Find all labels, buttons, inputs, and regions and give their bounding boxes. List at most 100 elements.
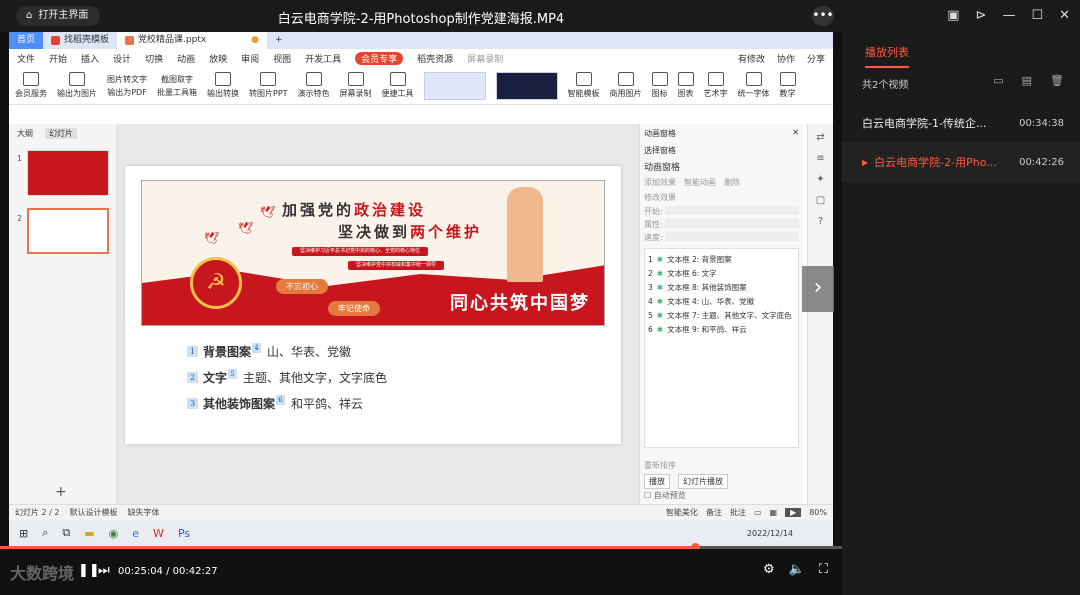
ribbon-button[interactable]: 商用图片 (610, 72, 642, 99)
add-file-icon[interactable]: ▤ (1022, 74, 1032, 87)
ribbon-button[interactable]: 截图取字 批量工具箱 (157, 74, 197, 98)
ribbon-button[interactable]: 输出转换 (207, 72, 239, 99)
ribbon-button[interactable]: 艺术字 (704, 72, 728, 99)
menu-item[interactable]: 放映 (209, 52, 227, 65)
template-thumbnail[interactable] (495, 71, 558, 100)
ribbon-button[interactable]: 便捷工具 (382, 72, 414, 99)
menu-item[interactable]: 审阅 (241, 52, 259, 65)
missing-font[interactable]: 缺失字体 (128, 507, 160, 518)
speed-field[interactable]: 速度: (640, 231, 803, 244)
menu-vip[interactable]: 会员专享 (355, 51, 404, 65)
ribbon-button[interactable]: 统一字体 (738, 72, 770, 99)
template-thumbnail[interactable] (423, 71, 486, 100)
volume-icon[interactable]: 🔈 (789, 562, 805, 577)
comment-button[interactable]: 批注 (730, 507, 746, 518)
help-icon[interactable]: ? (818, 216, 823, 227)
tab-find-template[interactable]: 找稻壳模板 (43, 32, 117, 49)
tab-slides[interactable]: 幻灯片 (45, 128, 77, 139)
minimize-icon[interactable]: — (1002, 8, 1015, 23)
delete-icon[interactable]: 🗑 (1050, 74, 1064, 87)
playlist-tab[interactable]: 播放列表 (865, 44, 909, 68)
slide-thumbnail[interactable] (27, 150, 109, 196)
maximize-icon[interactable]: ☐ (1031, 8, 1043, 23)
menu-item[interactable]: 设计 (113, 52, 131, 65)
new-tab-button[interactable]: + (267, 32, 291, 49)
tool-icon[interactable]: ⇄ (816, 132, 824, 143)
pin-icon[interactable]: ⊳ (976, 8, 987, 23)
windows-start-icon[interactable]: ⊞ (19, 527, 28, 540)
animation-item[interactable]: 5 ✱ 文本框 7: 主题、其他文字、文字底色 (648, 308, 795, 322)
tab-document[interactable]: 党校精品课.pptx ● (117, 32, 268, 49)
start-field[interactable]: 开始: (640, 205, 803, 218)
auto-preview-checkbox[interactable]: ☐ 自动预览 (644, 490, 686, 501)
screenshot-icon[interactable]: ▣ (947, 8, 959, 23)
next-chevron-icon[interactable]: › (802, 266, 834, 312)
tool-icon[interactable]: ✦ (816, 174, 824, 185)
slide[interactable]: 🕊 🕊 🕊 加强党的政治建设 坚决做到两个维护 坚决维护习近平总书记党中央的核心… (125, 166, 621, 444)
edge-icon[interactable]: e (132, 527, 139, 540)
menu-item[interactable]: 视图 (273, 52, 291, 65)
menu-item[interactable]: 插入 (81, 52, 99, 65)
chrome-icon[interactable]: ◉ (109, 527, 119, 540)
delete-animation-button[interactable]: 删除 (724, 177, 740, 188)
ribbon-button[interactable]: 图标 (651, 72, 668, 99)
menu-item[interactable]: 动画 (177, 52, 195, 65)
ribbon-button[interactable]: 会员服务 (15, 72, 47, 99)
animation-item[interactable]: 3 ✱ 文本框 8: 其他装饰图案 (648, 280, 795, 294)
task-view-icon[interactable]: ⧉ (62, 526, 70, 540)
wps-icon[interactable]: W (153, 527, 164, 540)
menu-right-item[interactable]: 有修改 (738, 52, 765, 65)
ribbon-button[interactable]: 图片转文字 输出为PDF (107, 74, 147, 98)
bullet-item[interactable]: 3 其他装饰图案 6 和平鸽、祥云 (187, 390, 387, 416)
menu-item[interactable]: 文件 (17, 52, 35, 65)
close-pane-icon[interactable]: ✕ (792, 128, 799, 139)
explorer-icon[interactable]: ▬ (84, 527, 94, 540)
ribbon-button[interactable]: 智能模板 (568, 72, 600, 99)
grid-view-icon[interactable]: ▦ (770, 508, 778, 517)
animation-item[interactable]: 1 ✱ 文本框 2: 背景图案 (648, 252, 795, 266)
smart-animation-button[interactable]: 智能动画 (684, 177, 716, 188)
close-icon[interactable]: ✕ (1059, 8, 1070, 23)
ribbon-button[interactable]: 输出为图片 (57, 72, 97, 99)
menu-item[interactable]: 稻壳资源 (417, 52, 453, 65)
ribbon-button[interactable]: 转图片PPT (249, 72, 288, 99)
notes-button[interactable]: 备注 (706, 507, 722, 518)
normal-view-icon[interactable]: ▭ (754, 508, 762, 517)
add-effect-button[interactable]: 添加效果 (644, 177, 676, 188)
bullet-item[interactable]: 1 背景图案 4 山、华表、党徽 (187, 338, 387, 364)
animation-item[interactable]: 6 ✱ 文本框 9: 和平鸽、祥云 (648, 322, 795, 336)
animation-item[interactable]: 2 ✱ 文本框 6: 文字 (648, 266, 795, 280)
play-button[interactable]: 播放 (644, 474, 670, 489)
menu-search[interactable]: 屏幕录制 (467, 52, 503, 65)
playlist-item[interactable]: 白云电商学院-1-传统企... 00:34:38 (842, 103, 1080, 143)
slide-thumbnail-selected[interactable] (27, 208, 109, 254)
ribbon-button[interactable]: 屏幕录制 (340, 72, 372, 99)
tool-icon[interactable]: ≡ (816, 153, 824, 164)
ribbon-button[interactable]: 图表 (677, 72, 694, 99)
bullet-item[interactable]: 2 文字 5 主题、其他文字，文字底色 (187, 364, 387, 390)
menu-item[interactable]: 开始 (49, 52, 67, 65)
open-folder-icon[interactable]: ▭ (993, 74, 1003, 87)
select-pane-link[interactable]: 选择窗格 (640, 143, 803, 158)
next-video-icon[interactable]: ⏭ (98, 563, 110, 578)
tab-outline[interactable]: 大纲 (17, 128, 33, 139)
playlist-item-active[interactable]: ▶ 白云电商学院-2-用Pho... 00:42:26 (842, 142, 1080, 182)
slideshow-play-icon[interactable]: ▶ (785, 508, 802, 517)
slideshow-button[interactable]: 幻灯片播放 (678, 474, 728, 489)
template-name[interactable]: 默认设计模板 (70, 507, 118, 518)
fullscreen-icon[interactable]: ⛶ (819, 562, 828, 577)
property-field[interactable]: 属性: (640, 218, 803, 231)
zoom-level[interactable]: 80% (809, 508, 827, 517)
start-select[interactable] (665, 206, 799, 215)
video-frame[interactable]: 首页 找稻壳模板 党校精品课.pptx ● + 文件 开始 插入 设计 切换 动… (9, 32, 834, 546)
search-icon[interactable]: ⌕ (42, 526, 48, 540)
tool-icon[interactable]: ▢ (816, 195, 825, 206)
menu-item[interactable]: 切换 (145, 52, 163, 65)
speed-select[interactable] (665, 232, 799, 241)
tab-home[interactable]: 首页 (9, 32, 44, 49)
ribbon-button[interactable]: 教学 (779, 72, 796, 99)
smart-beautify[interactable]: 智能美化 (666, 507, 698, 518)
menu-right-item[interactable]: 分享 (807, 52, 825, 65)
play-pause-icon[interactable]: ❚❚ (78, 563, 100, 578)
menu-right-item[interactable]: 协作 (777, 52, 795, 65)
